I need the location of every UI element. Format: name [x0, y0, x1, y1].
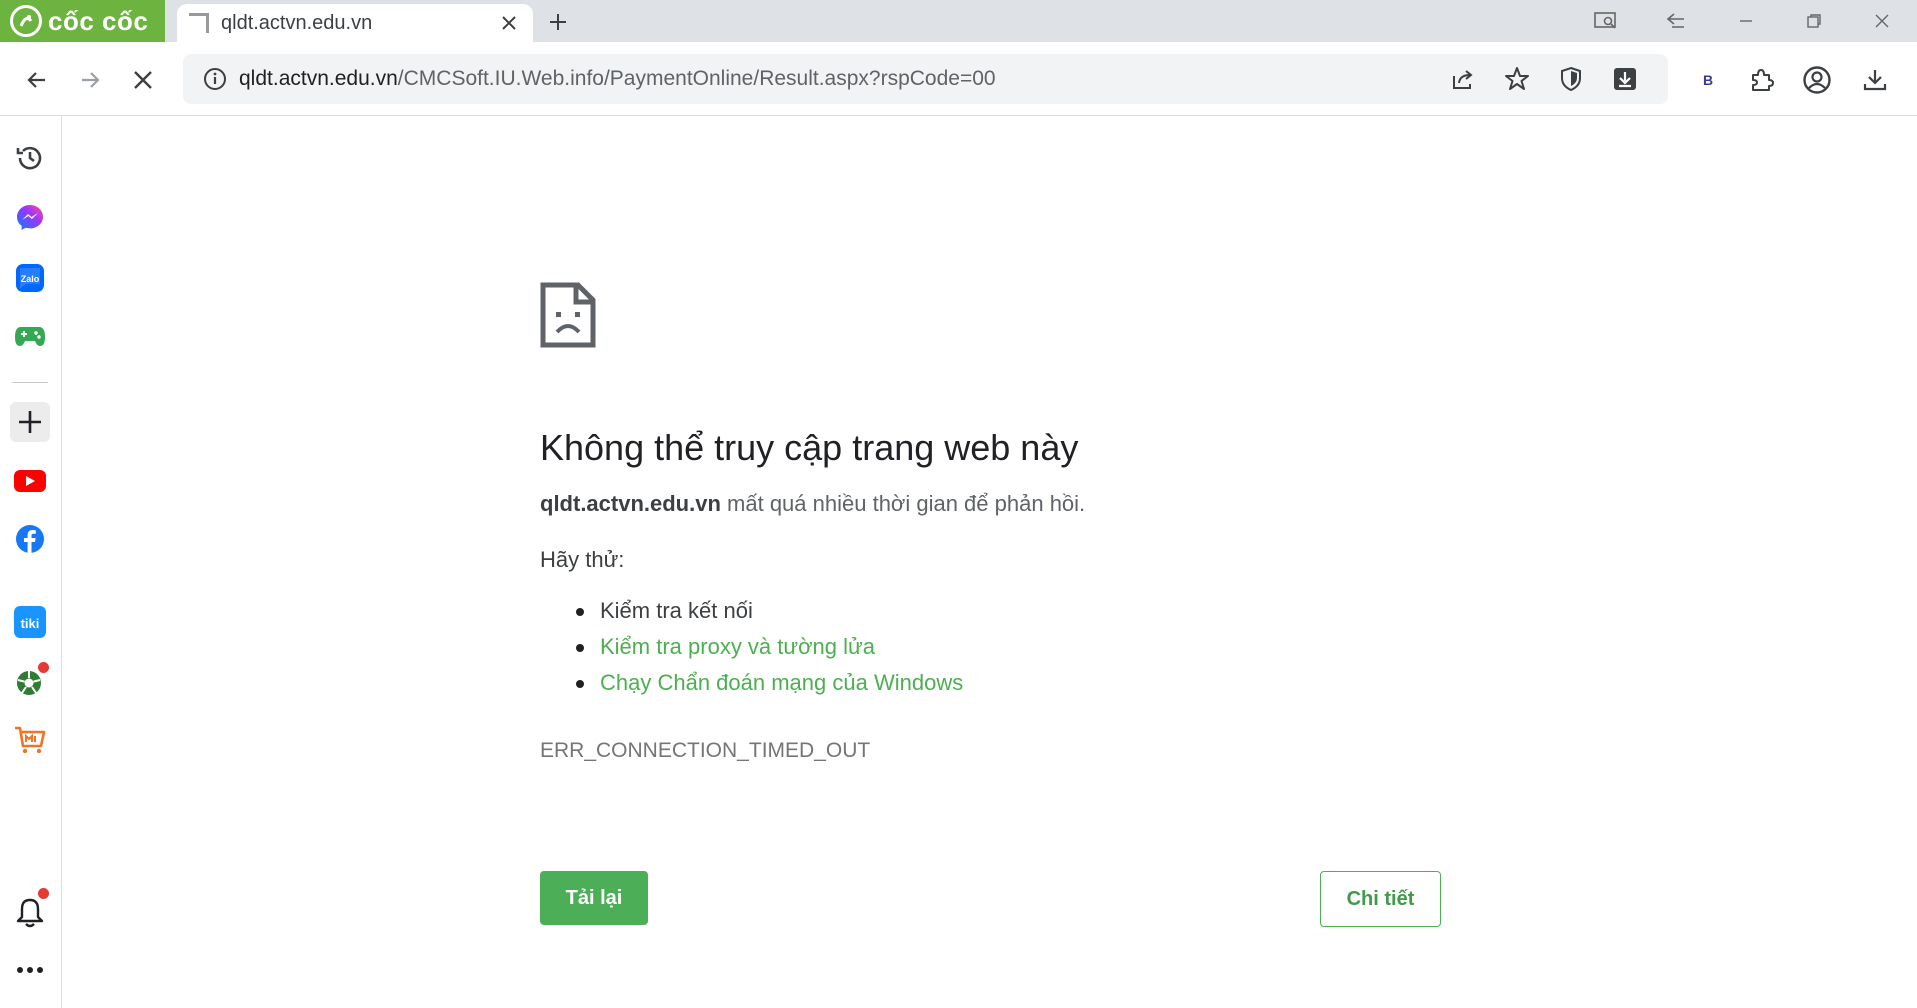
- site-info-icon[interactable]: [195, 59, 235, 99]
- svg-text:Zalo: Zalo: [21, 274, 40, 284]
- forward-icon[interactable]: [70, 60, 110, 100]
- sidebar: Zalo tiki: [0, 116, 62, 1008]
- restore-icon[interactable]: [1784, 0, 1844, 42]
- new-tab-button[interactable]: [544, 8, 572, 36]
- screen-capture-icon[interactable]: [1576, 0, 1636, 42]
- extension-b-icon[interactable]: B: [1688, 60, 1728, 100]
- sidebar-divider: [12, 382, 48, 383]
- error-content: Không thể truy cập trang web này qldt.ac…: [540, 282, 1440, 763]
- url-host: qldt.actvn.edu.vn: [239, 67, 398, 90]
- close-window-icon[interactable]: [1852, 0, 1912, 42]
- share-icon[interactable]: [1443, 59, 1483, 99]
- history-icon[interactable]: [10, 138, 50, 178]
- sad-page-icon: [540, 282, 596, 348]
- url-path: /CMCSoft.IU.Web.info/PaymentOnline/Resul…: [397, 67, 996, 90]
- downloads-icon[interactable]: [1855, 60, 1895, 100]
- suggestion-run-diagnostics-link[interactable]: Chạy Chẩn đoán mạng của Windows: [576, 665, 1440, 701]
- back-icon[interactable]: [17, 60, 57, 100]
- shopping-icon[interactable]: [10, 720, 50, 760]
- tab-strip: cốc cốc qldt.actvn.edu.vn: [0, 0, 1917, 42]
- stop-icon[interactable]: [123, 60, 163, 100]
- add-shortcut-icon[interactable]: [10, 402, 50, 442]
- more-icon[interactable]: [10, 950, 50, 990]
- reload-button[interactable]: Tải lại: [540, 871, 648, 925]
- extensions-puzzle-icon[interactable]: [1742, 60, 1782, 100]
- error-host: qldt.actvn.edu.vn: [540, 491, 721, 516]
- suggestion-check-connection: Kiểm tra kết nối: [576, 593, 1440, 629]
- svg-text:tiki: tiki: [21, 616, 40, 631]
- toolbar: qldt.actvn.edu.vn/CMCSoft.IU.Web.info/Pa…: [0, 42, 1917, 116]
- tab-title: qldt.actvn.edu.vn: [221, 11, 373, 34]
- bookmark-star-icon[interactable]: [1497, 59, 1537, 99]
- try-label: Hãy thử:: [540, 547, 625, 572]
- messenger-icon[interactable]: [10, 198, 50, 238]
- error-title: Không thể truy cập trang web này: [540, 427, 1079, 468]
- url-text[interactable]: qldt.actvn.edu.vn/CMCSoft.IU.Web.info/Pa…: [239, 67, 996, 91]
- minimize-icon[interactable]: [1716, 0, 1776, 42]
- tiki-icon[interactable]: tiki: [10, 602, 50, 642]
- details-button[interactable]: Chi tiết: [1320, 871, 1441, 927]
- coccoc-menu-button[interactable]: cốc cốc: [0, 0, 165, 42]
- back-history-icon[interactable]: [1646, 0, 1706, 42]
- notification-dot: [38, 888, 49, 899]
- browser-tab[interactable]: qldt.actvn.edu.vn: [177, 4, 533, 42]
- coccoc-logo-icon: [10, 5, 42, 37]
- error-code: ERR_CONNECTION_TIMED_OUT: [540, 739, 871, 762]
- notification-dot: [38, 662, 49, 673]
- suggestions-list: Kiểm tra kết nối Kiểm tra proxy và tường…: [540, 593, 1440, 701]
- youtube-icon[interactable]: [10, 461, 50, 501]
- tab-close-icon[interactable]: [497, 11, 521, 35]
- error-message: mất quá nhiều thời gian để phản hồi.: [720, 491, 1086, 516]
- address-bar[interactable]: qldt.actvn.edu.vn/CMCSoft.IU.Web.info/Pa…: [183, 54, 1668, 104]
- games-icon[interactable]: [10, 316, 50, 356]
- facebook-icon[interactable]: [10, 519, 50, 559]
- page-download-icon[interactable]: [1605, 59, 1645, 99]
- page-favicon-icon: [189, 13, 209, 33]
- shield-icon[interactable]: [1551, 59, 1591, 99]
- profile-icon[interactable]: [1797, 60, 1837, 100]
- football-icon[interactable]: [10, 662, 50, 702]
- suggestion-check-proxy-link[interactable]: Kiểm tra proxy và tường lửa: [576, 629, 1440, 665]
- error-description: qldt.actvn.edu.vn mất quá nhiều thời gia…: [540, 489, 1440, 519]
- zalo-icon[interactable]: Zalo: [10, 258, 50, 298]
- notifications-bell-icon[interactable]: [10, 888, 50, 932]
- brand-name: cốc cốc: [48, 5, 149, 36]
